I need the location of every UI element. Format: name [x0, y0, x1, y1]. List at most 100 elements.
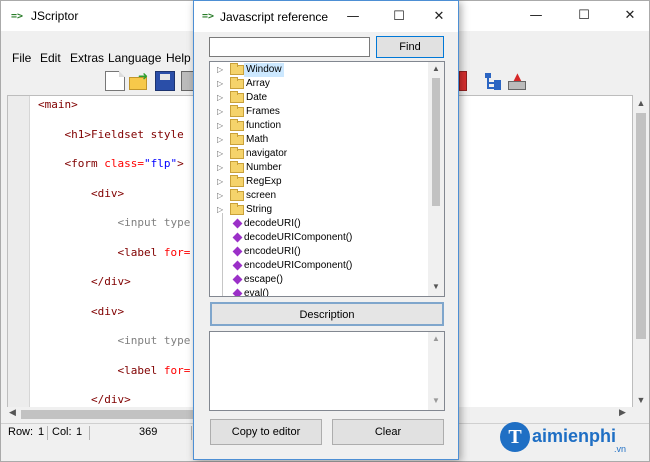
watermark-initial: T — [500, 422, 530, 452]
close-button[interactable]: ✕ — [607, 1, 650, 31]
expand-arrow-icon[interactable]: ▷ — [217, 105, 223, 119]
tree-folder-label: Date — [246, 92, 268, 103]
method-icon — [232, 260, 243, 271]
dialog-close-button[interactable]: ✕ — [419, 1, 459, 32]
dialog-maximize-button[interactable]: ☐ — [379, 1, 419, 32]
tree-function-item[interactable]: decodeURI() — [210, 217, 430, 231]
tree-function-item[interactable]: eval() — [210, 287, 430, 296]
copy-to-editor-button[interactable]: Copy to editor — [210, 419, 322, 445]
tree-folder-date[interactable]: ▷ Date — [210, 91, 430, 105]
menu-edit[interactable]: Edit — [40, 51, 61, 65]
folder-icon — [230, 63, 244, 75]
method-icon — [232, 288, 243, 296]
minimize-button[interactable]: — — [513, 1, 559, 31]
expand-arrow-icon[interactable]: ▷ — [217, 119, 223, 133]
scroll-left-icon[interactable]: ◀ — [9, 407, 16, 418]
code-line: </div> — [38, 393, 131, 406]
upload-icon[interactable]: ▲ — [507, 69, 527, 91]
menu-file[interactable]: File — [12, 51, 31, 65]
tree-folder-math[interactable]: ▷ Math — [210, 133, 430, 147]
status-row-label: Row: — [8, 426, 34, 438]
folder-icon — [230, 175, 244, 187]
menu-language[interactable]: Language — [108, 51, 161, 65]
method-icon — [232, 218, 243, 229]
dialog-minimize-button[interactable]: — — [333, 1, 373, 32]
expand-arrow-icon[interactable]: ▷ — [217, 77, 223, 91]
code-token: <input type — [117, 334, 191, 347]
tree-scroll-thumb[interactable] — [432, 78, 440, 206]
desc-scroll-up-icon[interactable]: ▲ — [428, 334, 444, 343]
tree-view-icon[interactable] — [483, 71, 503, 91]
method-icon — [232, 246, 243, 257]
toolbar-partial-icon[interactable] — [459, 71, 467, 91]
code-token: class= — [104, 157, 144, 170]
tree-folder-screen[interactable]: ▷ screen — [210, 189, 430, 203]
tree-folder-label: navigator — [246, 148, 288, 159]
description-button[interactable]: Description — [210, 302, 444, 326]
open-folder-icon[interactable]: ➜ — [129, 69, 149, 91]
tree-folder-window[interactable]: ▷ Window — [210, 63, 430, 77]
expand-arrow-icon[interactable]: ▷ — [217, 91, 223, 105]
description-scrollbar[interactable]: ▲ ▼ — [428, 332, 444, 410]
menu-help[interactable]: Help — [166, 51, 191, 65]
editor-gutter — [8, 96, 30, 408]
expand-arrow-icon[interactable]: ▷ — [217, 147, 223, 161]
code-token: for= — [163, 245, 191, 259]
tree-folder-number[interactable]: ▷ Number — [210, 161, 430, 175]
tree-folder-navigator[interactable]: ▷ navigator — [210, 147, 430, 161]
folder-icon — [230, 189, 244, 201]
expand-arrow-icon[interactable]: ▷ — [217, 63, 223, 77]
scroll-down-icon[interactable]: ▼ — [633, 395, 649, 405]
watermark-logo: T aimienphi .vn — [496, 418, 648, 458]
dialog-titlebar[interactable]: => Javascript reference — ☐ ✕ — [194, 1, 458, 32]
code-token: <form — [64, 157, 105, 170]
find-button[interactable]: Find — [376, 36, 444, 58]
tree-function-item[interactable]: encodeURIComponent() — [210, 259, 430, 273]
code-token: <div> — [90, 186, 125, 200]
reference-tree[interactable]: ▷ Window ▷ Array ▷ Date ▷ Frames ▷ function ▷ Math ▷… — [209, 61, 445, 297]
method-icon — [232, 232, 243, 243]
status-divider — [89, 426, 90, 440]
tree-function-item[interactable]: encodeURI() — [210, 245, 430, 259]
tree-scroll-down-icon[interactable]: ▼ — [428, 282, 444, 291]
expand-arrow-icon[interactable]: ▷ — [217, 133, 223, 147]
scroll-right-icon[interactable]: ▶ — [619, 407, 626, 418]
menu-extras[interactable]: Extras — [70, 51, 104, 65]
code-line: <div> — [38, 187, 124, 200]
description-area[interactable]: ▲ ▼ — [209, 331, 445, 411]
tree-folder-frames[interactable]: ▷ Frames — [210, 105, 430, 119]
folder-icon — [230, 105, 244, 117]
save-icon[interactable] — [155, 71, 175, 91]
status-col-value: 1 — [76, 426, 83, 438]
tree-scrollbar[interactable]: ▲ ▼ — [428, 62, 444, 296]
scroll-thumb[interactable] — [636, 113, 646, 339]
tree-folder-regexp[interactable]: ▷ RegExp — [210, 175, 430, 189]
status-divider — [47, 426, 48, 440]
maximize-button[interactable]: ☐ — [561, 1, 607, 31]
editor-vertical-scrollbar[interactable]: ▲ ▼ — [633, 95, 649, 409]
tree-folder-string[interactable]: ▷ String — [210, 203, 430, 217]
tree-function-item[interactable]: decodeURIComponent() — [210, 231, 430, 245]
tree-function-label: encodeURI() — [244, 246, 301, 257]
clear-button[interactable]: Clear — [332, 419, 444, 445]
new-file-icon[interactable] — [105, 71, 125, 91]
expand-arrow-icon[interactable]: ▷ — [217, 189, 223, 203]
watermark-brand: aimienphi — [532, 426, 617, 446]
tree-scroll-up-icon[interactable]: ▲ — [428, 64, 444, 73]
tree-function-label: encodeURIComponent() — [244, 260, 353, 271]
reference-search-input[interactable] — [209, 37, 370, 57]
expand-arrow-icon[interactable]: ▷ — [217, 175, 223, 189]
tree-folder-function[interactable]: ▷ function — [210, 119, 430, 133]
code-line: <h1>Fieldset style — [38, 128, 184, 141]
tree-folder-array[interactable]: ▷ Array — [210, 77, 430, 91]
desc-scroll-down-icon[interactable]: ▼ — [428, 396, 444, 405]
expand-arrow-icon[interactable]: ▷ — [217, 161, 223, 175]
code-token: <h1> — [64, 127, 92, 141]
code-token: for= — [163, 363, 191, 377]
tree-connector-line — [222, 213, 223, 296]
scroll-up-icon[interactable]: ▲ — [633, 98, 649, 108]
tree-function-item[interactable]: escape() — [210, 273, 430, 287]
code-token: <div> — [90, 304, 125, 318]
